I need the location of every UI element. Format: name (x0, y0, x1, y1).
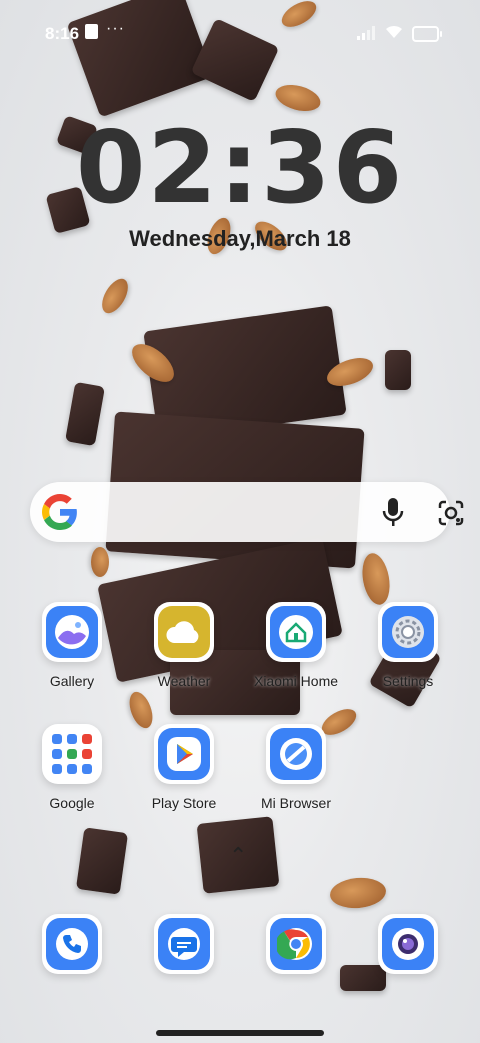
dock-camera[interactable] (358, 914, 458, 974)
camera-icon (378, 914, 438, 974)
app-label: Gallery (49, 673, 95, 689)
notification-icon (85, 24, 98, 39)
status-bar: 8:16 ··· (0, 0, 480, 64)
phone-icon (42, 914, 102, 974)
weather-icon (154, 602, 214, 662)
app-label: Weather (157, 673, 211, 689)
dock-chrome[interactable] (246, 914, 346, 974)
app-xiaomi-home[interactable]: Xiaomi Home (246, 602, 346, 689)
gallery-icon (42, 602, 102, 662)
settings-icon (378, 602, 438, 662)
cellular-signal-icon (357, 26, 375, 40)
wifi-icon (386, 25, 402, 38)
app-mi-browser[interactable]: Mi Browser (246, 724, 346, 811)
dock-messages[interactable] (134, 914, 234, 974)
play-store-icon (154, 724, 214, 784)
google-folder-icon (42, 724, 102, 784)
folder-google[interactable]: Google (22, 724, 122, 811)
app-settings[interactable]: Settings (358, 602, 458, 689)
google-search-bar[interactable] (30, 482, 464, 542)
app-label: Settings (382, 673, 434, 689)
app-label: Xiaomi Home (253, 673, 339, 689)
xiaomi-home-icon (266, 602, 326, 662)
mi-browser-icon (266, 724, 326, 784)
dock-phone[interactable] (22, 914, 122, 974)
chrome-icon (266, 914, 326, 974)
battery-icon (412, 26, 442, 42)
app-label: Mi Browser (260, 795, 331, 811)
app-drawer-arrow-icon[interactable]: ⌃ (229, 843, 247, 869)
app-gallery[interactable]: Gallery (22, 602, 122, 689)
clock-widget[interactable]: 02:36 (0, 118, 480, 218)
home-indicator[interactable] (156, 1030, 324, 1036)
app-label: Google (49, 795, 95, 811)
date-label: Wednesday,March 18 (129, 226, 351, 251)
status-time: 8:16 (45, 24, 80, 43)
app-label: Play Store (151, 795, 217, 811)
google-logo-icon (42, 494, 77, 530)
app-weather[interactable]: Weather (134, 602, 234, 689)
voice-search-icon[interactable] (381, 496, 405, 528)
google-lens-icon[interactable] (436, 498, 466, 528)
app-play-store[interactable]: Play Store (134, 724, 234, 811)
messages-icon (154, 914, 214, 974)
more-notifications-icon: ··· (106, 20, 125, 37)
